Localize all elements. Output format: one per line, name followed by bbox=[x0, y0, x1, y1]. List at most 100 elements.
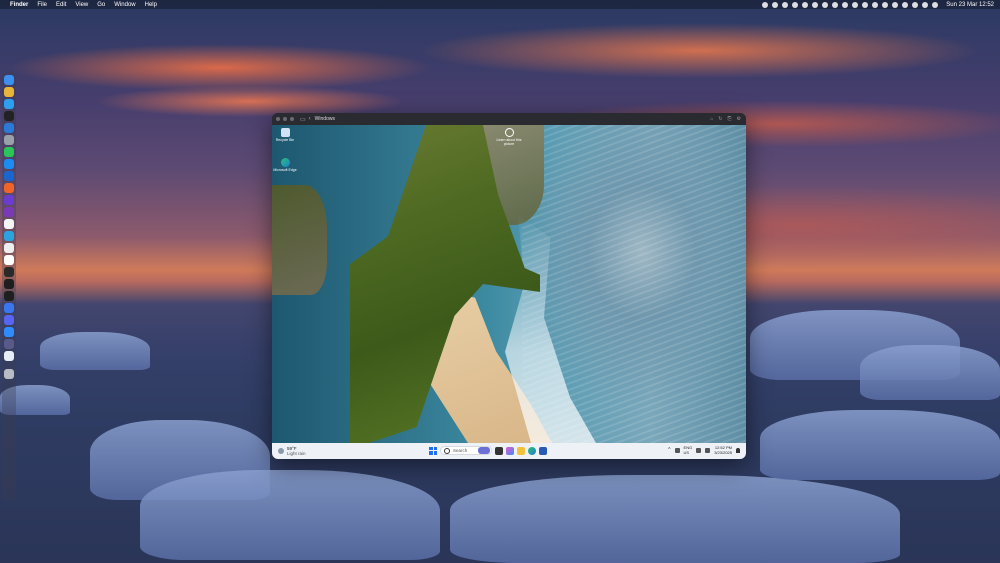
language-indicator[interactable]: ENG US bbox=[684, 445, 693, 455]
ice-floe bbox=[450, 475, 900, 563]
battery-icon[interactable] bbox=[932, 1, 939, 8]
menu-edit[interactable]: Edit bbox=[56, 2, 66, 8]
calculator-icon[interactable] bbox=[4, 339, 14, 349]
obsidian-icon[interactable] bbox=[4, 267, 14, 277]
tray-icon[interactable] bbox=[674, 447, 680, 453]
status-icon[interactable] bbox=[772, 1, 779, 8]
brave-icon[interactable] bbox=[4, 183, 14, 193]
toolbar-icon[interactable]: ⎘ bbox=[728, 116, 732, 122]
chrome-icon[interactable] bbox=[4, 87, 14, 97]
chatgpt-icon[interactable] bbox=[4, 255, 14, 265]
volume-icon[interactable] bbox=[705, 447, 711, 453]
menu-bar: Finder File Edit View Go Window Help Sun… bbox=[0, 0, 1000, 9]
menu-file[interactable]: File bbox=[37, 2, 47, 8]
status-icon[interactable] bbox=[792, 1, 799, 8]
toolbar-icon[interactable]: ⚙ bbox=[737, 116, 741, 122]
hidden-bar-icon[interactable] bbox=[4, 291, 14, 301]
menu-clock[interactable]: Sun 23 Mar 12:52 bbox=[946, 2, 994, 8]
discord-icon[interactable] bbox=[4, 315, 14, 325]
menu-help[interactable]: Help bbox=[145, 2, 157, 8]
zoom-icon[interactable] bbox=[4, 327, 14, 337]
taskbar-search[interactable]: Search bbox=[440, 446, 492, 455]
desktop-icon-label: Microsoft Edge bbox=[273, 168, 297, 172]
whatsapp-icon[interactable] bbox=[4, 147, 14, 157]
store-icon[interactable] bbox=[539, 446, 547, 455]
desktop-icon-recycle-bin[interactable]: Recycle Bin bbox=[272, 128, 300, 142]
affinity-icon[interactable] bbox=[4, 195, 14, 205]
ice-floe bbox=[760, 410, 1000, 480]
status-icon[interactable] bbox=[812, 1, 819, 8]
edge-icon bbox=[280, 158, 290, 167]
back-icon[interactable]: ‹ bbox=[309, 116, 311, 122]
toolbar-icon[interactable]: ⌂ bbox=[710, 116, 713, 122]
status-icon[interactable] bbox=[822, 1, 829, 8]
wifi-icon[interactable] bbox=[912, 1, 919, 8]
windows-taskbar: 59°F Light rain Search ^ ENG US 12:52 PM… bbox=[272, 443, 746, 459]
weather-condition: Light rain bbox=[287, 451, 306, 456]
edge-taskbar-icon[interactable] bbox=[528, 446, 536, 455]
app-store-icon[interactable] bbox=[4, 159, 14, 169]
minimize-button[interactable] bbox=[283, 117, 287, 121]
language-region: US bbox=[683, 450, 690, 455]
taskbar-clock[interactable]: 12:52 PM 3/23/2025 bbox=[714, 445, 732, 455]
status-icon[interactable] bbox=[762, 1, 769, 8]
dock bbox=[2, 72, 16, 501]
windows-desktop: Recycle Bin Microsoft Edge Learn about t… bbox=[272, 125, 746, 443]
terminal-icon[interactable] bbox=[4, 111, 14, 121]
status-icon[interactable] bbox=[892, 1, 899, 8]
left-cliff bbox=[272, 185, 327, 295]
status-icon[interactable] bbox=[862, 1, 869, 8]
zoom-button[interactable] bbox=[290, 117, 294, 121]
window-titlebar[interactable]: ▭ ‹ Windows ⌂ ↻ ⎘ ⚙ bbox=[272, 113, 746, 125]
sidebar-toggle-icon[interactable]: ▭ bbox=[300, 116, 306, 123]
figma-icon[interactable] bbox=[4, 279, 14, 289]
tor-icon[interactable] bbox=[4, 207, 14, 217]
safari-icon[interactable] bbox=[4, 99, 14, 109]
copilot-icon[interactable] bbox=[506, 446, 514, 455]
network-icon[interactable] bbox=[696, 447, 702, 453]
weather-widget[interactable]: 59°F Light rain bbox=[278, 446, 306, 456]
recycle-bin-icon bbox=[280, 128, 290, 137]
signal-icon[interactable] bbox=[4, 303, 14, 313]
telegram-icon[interactable] bbox=[4, 231, 14, 241]
desktop-icon-learn-picture[interactable]: Learn about this picture bbox=[494, 128, 524, 146]
ice-floe bbox=[140, 470, 440, 560]
menu-view[interactable]: View bbox=[75, 2, 88, 8]
control-center-icon[interactable] bbox=[922, 1, 929, 8]
status-icon[interactable] bbox=[902, 1, 909, 8]
menu-app-name[interactable]: Finder bbox=[10, 2, 28, 8]
toolbar-icon[interactable]: ↻ bbox=[718, 116, 722, 122]
status-icon[interactable] bbox=[882, 1, 889, 8]
task-view-icon[interactable] bbox=[495, 446, 503, 455]
chevron-up-icon[interactable]: ^ bbox=[668, 447, 670, 453]
search-icon bbox=[444, 447, 450, 454]
trash-icon[interactable] bbox=[4, 369, 14, 379]
file-explorer-icon[interactable] bbox=[517, 446, 525, 455]
close-button[interactable] bbox=[276, 117, 280, 121]
menu-window[interactable]: Window bbox=[114, 2, 135, 8]
status-icon[interactable] bbox=[852, 1, 859, 8]
vscode-icon[interactable] bbox=[4, 123, 14, 133]
search-placeholder: Search bbox=[453, 448, 468, 453]
status-icon[interactable] bbox=[842, 1, 849, 8]
capcut-icon[interactable] bbox=[4, 243, 14, 253]
start-button[interactable] bbox=[429, 446, 437, 455]
notification-icon[interactable] bbox=[736, 447, 740, 453]
menu-go[interactable]: Go bbox=[97, 2, 105, 8]
status-icon[interactable] bbox=[802, 1, 809, 8]
finder-icon[interactable] bbox=[4, 75, 14, 85]
status-icon[interactable] bbox=[872, 1, 879, 8]
notion-icon[interactable] bbox=[4, 219, 14, 229]
desktop-icon-edge[interactable]: Microsoft Edge bbox=[272, 158, 300, 172]
system-tray: ^ ENG US 12:52 PM 3/23/2025 bbox=[668, 445, 740, 455]
window-toolbar: ⌂ ↻ ⎘ ⚙ bbox=[710, 116, 746, 122]
weather-icon bbox=[278, 448, 284, 454]
status-icon[interactable] bbox=[832, 1, 839, 8]
desktop-icon-label: Learn about this picture bbox=[496, 138, 522, 146]
camera-icon bbox=[504, 128, 514, 137]
settings-icon[interactable] bbox=[4, 135, 14, 145]
preview-icon[interactable] bbox=[4, 351, 14, 361]
onepassword-icon[interactable] bbox=[4, 171, 14, 181]
status-icon[interactable] bbox=[782, 1, 789, 8]
search-highlight-icon bbox=[478, 447, 490, 454]
